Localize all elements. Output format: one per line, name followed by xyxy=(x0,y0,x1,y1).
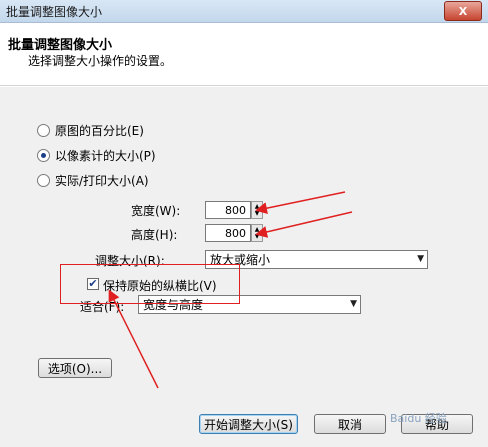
arrow-to-checkbox xyxy=(108,289,159,389)
arrow-to-width xyxy=(255,191,346,215)
annotation-arrows xyxy=(108,191,353,389)
watermark: Baidu 经验 xyxy=(390,412,447,425)
arrow-to-height xyxy=(255,211,353,238)
